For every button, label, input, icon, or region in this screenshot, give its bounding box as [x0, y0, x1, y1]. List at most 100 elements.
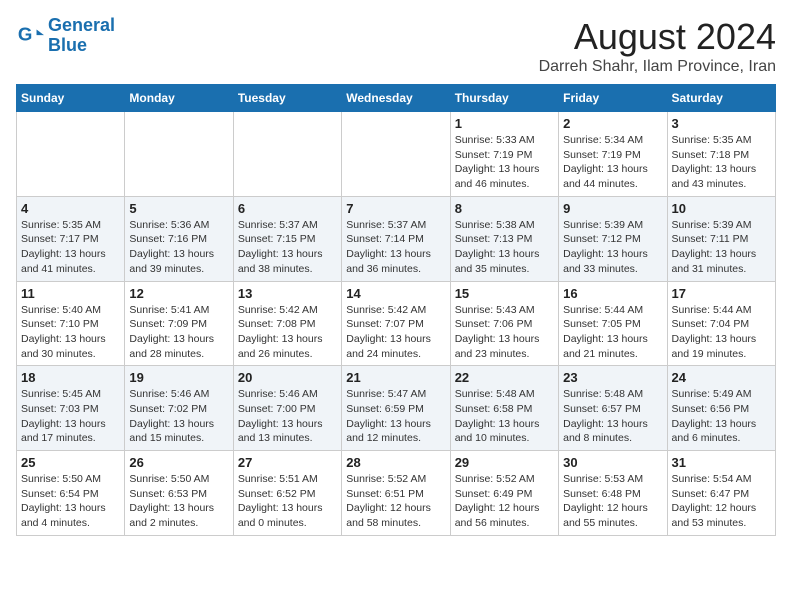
weekday-header: Friday	[559, 85, 667, 112]
day-info: Sunrise: 5:35 AM Sunset: 7:18 PM Dayligh…	[672, 133, 771, 192]
calendar-cell: 26 Sunrise: 5:50 AM Sunset: 6:53 PM Dayli…	[125, 451, 233, 536]
day-number: 22	[455, 370, 554, 385]
calendar-cell: 10 Sunrise: 5:39 AM Sunset: 7:11 PM Dayli…	[667, 196, 775, 281]
day-number: 20	[238, 370, 337, 385]
calendar-cell: 30 Sunrise: 5:53 AM Sunset: 6:48 PM Dayli…	[559, 451, 667, 536]
calendar-cell: 24 Sunrise: 5:49 AM Sunset: 6:56 PM Dayli…	[667, 366, 775, 451]
calendar-week-row: 1 Sunrise: 5:33 AM Sunset: 7:19 PM Daylig…	[17, 112, 776, 197]
day-number: 4	[21, 201, 120, 216]
day-info: Sunrise: 5:43 AM Sunset: 7:06 PM Dayligh…	[455, 303, 554, 362]
day-number: 7	[346, 201, 445, 216]
day-info: Sunrise: 5:54 AM Sunset: 6:47 PM Dayligh…	[672, 472, 771, 531]
day-number: 15	[455, 286, 554, 301]
calendar-cell	[233, 112, 341, 197]
day-number: 18	[21, 370, 120, 385]
day-number: 8	[455, 201, 554, 216]
day-number: 9	[563, 201, 662, 216]
calendar-cell: 14 Sunrise: 5:42 AM Sunset: 7:07 PM Dayli…	[342, 281, 450, 366]
page-header: G General Blue August 2024 Darreh Shahr,…	[16, 16, 776, 76]
logo-text: General Blue	[48, 16, 115, 56]
day-number: 28	[346, 455, 445, 470]
calendar-cell: 20Sunrise: 5:46 AM Sunset: 7:00 PM Dayli…	[233, 366, 341, 451]
calendar-week-row: 18 Sunrise: 5:45 AM Sunset: 7:03 PM Dayli…	[17, 366, 776, 451]
calendar-cell: 28 Sunrise: 5:52 AM Sunset: 6:51 PM Dayli…	[342, 451, 450, 536]
calendar-cell: 11Sunrise: 5:40 AM Sunset: 7:10 PM Dayli…	[17, 281, 125, 366]
day-info: Sunrise: 5:35 AM Sunset: 7:17 PM Dayligh…	[21, 218, 120, 277]
day-number: 1	[455, 116, 554, 131]
day-info: Sunrise: 5:52 AM Sunset: 6:49 PM Dayligh…	[455, 472, 554, 531]
day-number: 6	[238, 201, 337, 216]
day-number: 24	[672, 370, 771, 385]
calendar-cell: 16 Sunrise: 5:44 AM Sunset: 7:05 PM Dayli…	[559, 281, 667, 366]
calendar-week-row: 4 Sunrise: 5:35 AM Sunset: 7:17 PM Daylig…	[17, 196, 776, 281]
day-info: Sunrise: 5:37 AM Sunset: 7:15 PM Dayligh…	[238, 218, 337, 277]
day-number: 29	[455, 455, 554, 470]
day-number: 14	[346, 286, 445, 301]
calendar-cell: 7 Sunrise: 5:37 AM Sunset: 7:14 PM Daylig…	[342, 196, 450, 281]
weekday-header: Sunday	[17, 85, 125, 112]
day-info: Sunrise: 5:44 AM Sunset: 7:05 PM Dayligh…	[563, 303, 662, 362]
calendar-cell: 13 Sunrise: 5:42 AM Sunset: 7:08 PM Dayli…	[233, 281, 341, 366]
calendar-cell: 19 Sunrise: 5:46 AM Sunset: 7:02 PM Dayli…	[125, 366, 233, 451]
calendar-cell: 4 Sunrise: 5:35 AM Sunset: 7:17 PM Daylig…	[17, 196, 125, 281]
calendar-cell: 22 Sunrise: 5:48 AM Sunset: 6:58 PM Dayli…	[450, 366, 558, 451]
day-number: 26	[129, 455, 228, 470]
day-number: 30	[563, 455, 662, 470]
day-info: Sunrise: 5:40 AM Sunset: 7:10 PM Dayligh…	[21, 303, 120, 362]
day-number: 2	[563, 116, 662, 131]
logo: G General Blue	[16, 16, 115, 56]
calendar-table: SundayMondayTuesdayWednesdayThursdayFrid…	[16, 84, 776, 536]
day-number: 12	[129, 286, 228, 301]
day-number: 13	[238, 286, 337, 301]
day-info: Sunrise: 5:52 AM Sunset: 6:51 PM Dayligh…	[346, 472, 445, 531]
day-info: Sunrise: 5:50 AM Sunset: 6:53 PM Dayligh…	[129, 472, 228, 531]
day-info: Sunrise: 5:42 AM Sunset: 7:08 PM Dayligh…	[238, 303, 337, 362]
calendar-cell: 6 Sunrise: 5:37 AM Sunset: 7:15 PM Daylig…	[233, 196, 341, 281]
calendar-cell: 25Sunrise: 5:50 AM Sunset: 6:54 PM Dayli…	[17, 451, 125, 536]
weekday-header: Tuesday	[233, 85, 341, 112]
day-info: Sunrise: 5:50 AM Sunset: 6:54 PM Dayligh…	[21, 472, 120, 531]
day-info: Sunrise: 5:48 AM Sunset: 6:58 PM Dayligh…	[455, 387, 554, 446]
calendar-cell: 18 Sunrise: 5:45 AM Sunset: 7:03 PM Dayli…	[17, 366, 125, 451]
day-number: 19	[129, 370, 228, 385]
day-number: 23	[563, 370, 662, 385]
calendar-cell: 29 Sunrise: 5:52 AM Sunset: 6:49 PM Dayli…	[450, 451, 558, 536]
day-info: Sunrise: 5:39 AM Sunset: 7:12 PM Dayligh…	[563, 218, 662, 277]
day-number: 27	[238, 455, 337, 470]
day-info: Sunrise: 5:44 AM Sunset: 7:04 PM Dayligh…	[672, 303, 771, 362]
calendar-cell: 12Sunrise: 5:41 AM Sunset: 7:09 PM Dayli…	[125, 281, 233, 366]
day-number: 31	[672, 455, 771, 470]
logo-icon: G	[16, 22, 44, 50]
day-info: Sunrise: 5:39 AM Sunset: 7:11 PM Dayligh…	[672, 218, 771, 277]
day-number: 5	[129, 201, 228, 216]
calendar-cell: 23 Sunrise: 5:48 AM Sunset: 6:57 PM Dayli…	[559, 366, 667, 451]
calendar-cell: 3Sunrise: 5:35 AM Sunset: 7:18 PM Daylig…	[667, 112, 775, 197]
calendar-week-row: 25Sunrise: 5:50 AM Sunset: 6:54 PM Dayli…	[17, 451, 776, 536]
day-info: Sunrise: 5:38 AM Sunset: 7:13 PM Dayligh…	[455, 218, 554, 277]
day-info: Sunrise: 5:42 AM Sunset: 7:07 PM Dayligh…	[346, 303, 445, 362]
day-info: Sunrise: 5:37 AM Sunset: 7:14 PM Dayligh…	[346, 218, 445, 277]
weekday-header: Thursday	[450, 85, 558, 112]
calendar-cell: 5 Sunrise: 5:36 AM Sunset: 7:16 PM Daylig…	[125, 196, 233, 281]
day-number: 10	[672, 201, 771, 216]
day-info: Sunrise: 5:46 AM Sunset: 7:02 PM Dayligh…	[129, 387, 228, 446]
day-info: Sunrise: 5:48 AM Sunset: 6:57 PM Dayligh…	[563, 387, 662, 446]
title-block: August 2024 Darreh Shahr, Ilam Province,…	[539, 16, 776, 76]
calendar-cell	[125, 112, 233, 197]
day-info: Sunrise: 5:45 AM Sunset: 7:03 PM Dayligh…	[21, 387, 120, 446]
calendar-cell: 27Sunrise: 5:51 AM Sunset: 6:52 PM Dayli…	[233, 451, 341, 536]
weekday-header: Wednesday	[342, 85, 450, 112]
calendar-cell: 8 Sunrise: 5:38 AM Sunset: 7:13 PM Daylig…	[450, 196, 558, 281]
day-number: 16	[563, 286, 662, 301]
calendar-cell: 1 Sunrise: 5:33 AM Sunset: 7:19 PM Daylig…	[450, 112, 558, 197]
day-info: Sunrise: 5:33 AM Sunset: 7:19 PM Dayligh…	[455, 133, 554, 192]
day-number: 21	[346, 370, 445, 385]
day-info: Sunrise: 5:53 AM Sunset: 6:48 PM Dayligh…	[563, 472, 662, 531]
day-info: Sunrise: 5:36 AM Sunset: 7:16 PM Dayligh…	[129, 218, 228, 277]
day-info: Sunrise: 5:47 AM Sunset: 6:59 PM Dayligh…	[346, 387, 445, 446]
day-info: Sunrise: 5:49 AM Sunset: 6:56 PM Dayligh…	[672, 387, 771, 446]
calendar-cell: 31 Sunrise: 5:54 AM Sunset: 6:47 PM Dayli…	[667, 451, 775, 536]
calendar-cell: 15 Sunrise: 5:43 AM Sunset: 7:06 PM Dayli…	[450, 281, 558, 366]
calendar-cell: 17Sunrise: 5:44 AM Sunset: 7:04 PM Dayli…	[667, 281, 775, 366]
calendar-cell	[342, 112, 450, 197]
